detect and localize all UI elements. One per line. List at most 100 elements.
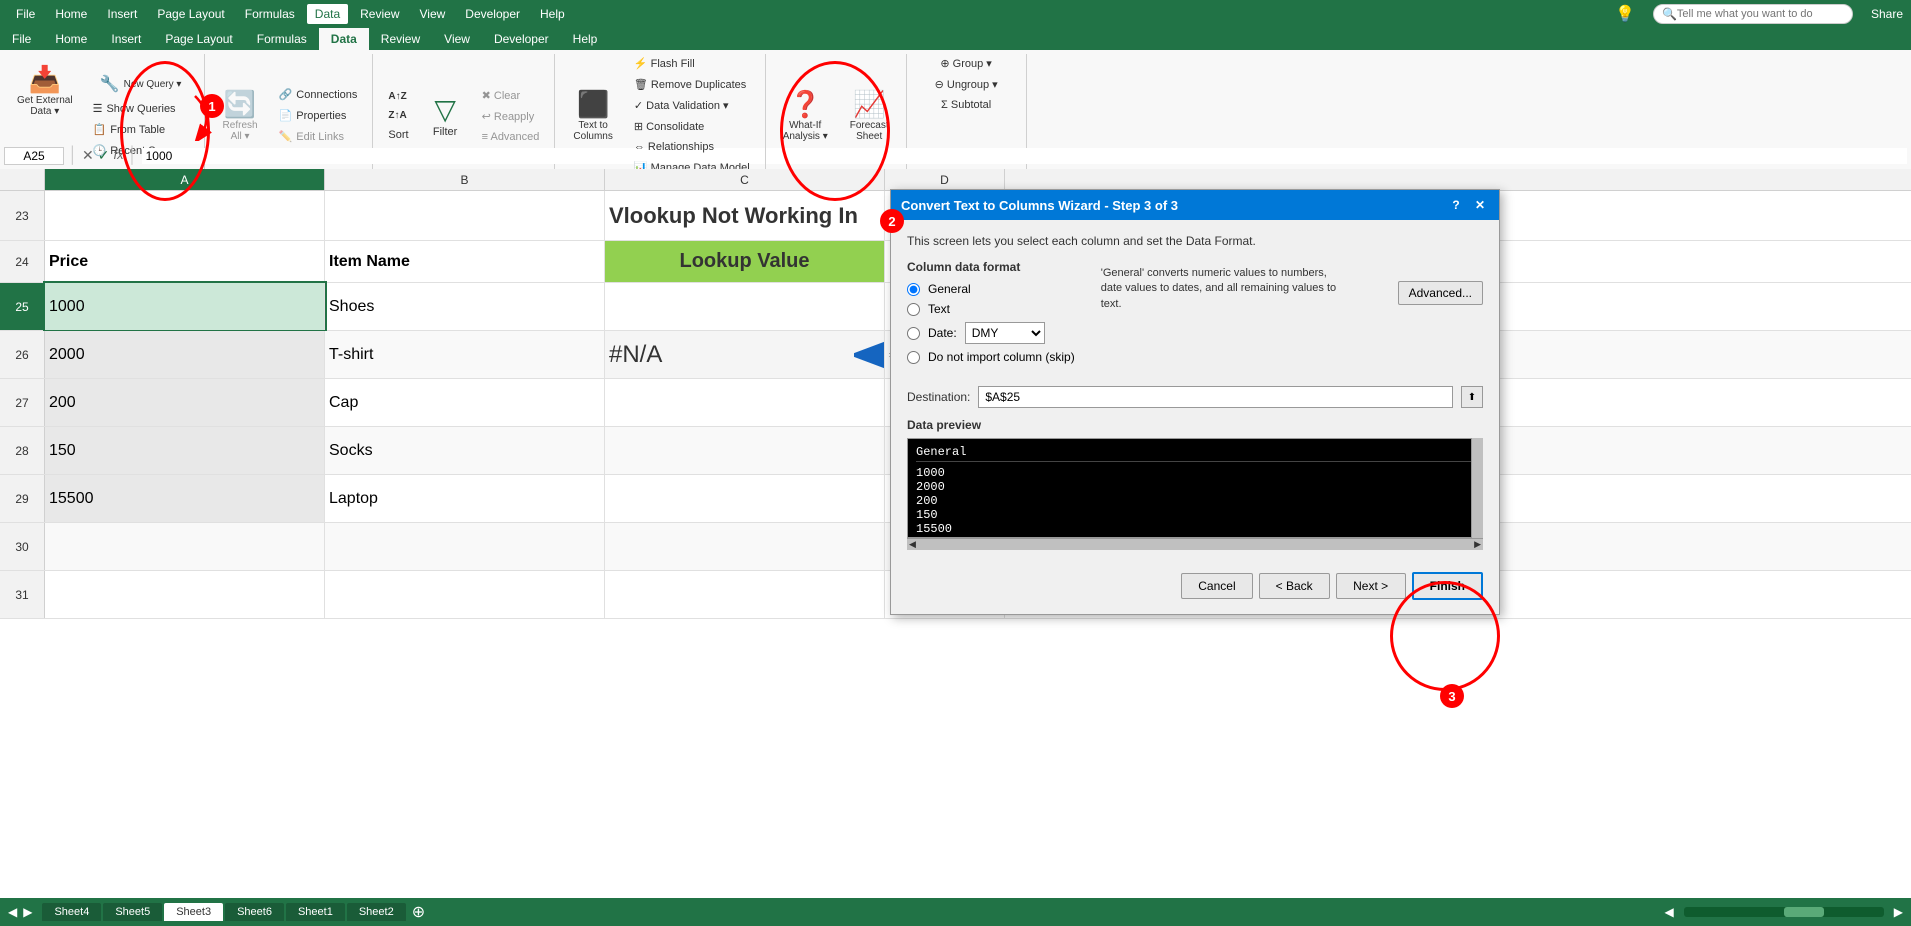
- advanced-button[interactable]: Advanced...: [1398, 281, 1483, 305]
- formula-input[interactable]: 1000: [142, 148, 1907, 164]
- cell-b28[interactable]: Socks: [325, 427, 605, 474]
- relationships-button[interactable]: ⇔ Relationships: [627, 138, 757, 156]
- edit-links-button[interactable]: ✏️ Edit Links: [272, 127, 365, 146]
- cell-a23[interactable]: [45, 191, 325, 240]
- sheet-tab-sheet6[interactable]: Sheet6: [225, 903, 284, 921]
- sheet-tab-sheet4[interactable]: Sheet4: [42, 903, 101, 921]
- sort-za-button[interactable]: Z↑A: [381, 107, 415, 124]
- scroll-left-icon[interactable]: ◀: [909, 539, 916, 550]
- sheet-tab-sheet3[interactable]: Sheet3: [164, 903, 223, 921]
- cell-b31[interactable]: [325, 571, 605, 618]
- row-header-28[interactable]: 28: [0, 427, 45, 474]
- row-header-30[interactable]: 30: [0, 523, 45, 570]
- row-header-31[interactable]: 31: [0, 571, 45, 618]
- cell-a31[interactable]: [45, 571, 325, 618]
- show-queries-button[interactable]: ☰ Show Queries: [86, 99, 196, 118]
- menu-help[interactable]: Help: [532, 4, 573, 24]
- reapply-button[interactable]: ↩ Reapply: [475, 107, 547, 126]
- insert-function-icon[interactable]: fx: [113, 147, 123, 164]
- cell-c31[interactable]: [605, 571, 885, 618]
- cell-reference-input[interactable]: A25: [4, 147, 64, 165]
- cell-a27[interactable]: 200: [45, 379, 325, 426]
- cell-b25[interactable]: Shoes: [325, 283, 605, 330]
- radio-text-input[interactable]: [907, 303, 920, 316]
- subtotal-button[interactable]: Σ Subtotal: [934, 96, 998, 114]
- group-button[interactable]: ⊕ Group ▾: [933, 54, 998, 73]
- radio-skip-input[interactable]: [907, 351, 920, 364]
- horizontal-scrollbar[interactable]: [1684, 907, 1884, 917]
- cell-c28[interactable]: [605, 427, 885, 474]
- col-header-c[interactable]: C: [605, 169, 885, 190]
- dialog-close-button[interactable]: ✕: [1471, 196, 1489, 214]
- radio-skip[interactable]: Do not import column (skip): [907, 350, 1075, 364]
- row-header-27[interactable]: 27: [0, 379, 45, 426]
- flash-fill-button[interactable]: ⚡ Flash Fill: [627, 54, 757, 73]
- col-header-a[interactable]: A: [45, 169, 325, 190]
- cell-c27[interactable]: [605, 379, 885, 426]
- tab-developer[interactable]: Developer: [482, 28, 561, 50]
- sort-button[interactable]: Sort: [381, 126, 415, 144]
- row-header-29[interactable]: 29: [0, 475, 45, 522]
- cell-c26[interactable]: #N/A: [605, 331, 885, 378]
- tab-insert[interactable]: Insert: [99, 28, 153, 50]
- cell-c30[interactable]: [605, 523, 885, 570]
- radio-text[interactable]: Text: [907, 302, 1075, 316]
- col-header-d[interactable]: D: [885, 169, 1005, 190]
- cell-b27[interactable]: Cap: [325, 379, 605, 426]
- add-sheet-button[interactable]: ⊕: [412, 902, 425, 922]
- menu-insert[interactable]: Insert: [99, 4, 145, 24]
- tab-help[interactable]: Help: [561, 28, 610, 50]
- sheet-tab-sheet1[interactable]: Sheet1: [286, 903, 345, 921]
- advanced-button[interactable]: ≡ Advanced: [475, 128, 547, 146]
- tab-data[interactable]: Data: [319, 28, 369, 50]
- consolidate-button[interactable]: ⊞ Consolidate: [627, 117, 757, 136]
- cell-c29[interactable]: [605, 475, 885, 522]
- menu-data[interactable]: Data: [307, 4, 348, 24]
- destination-input[interactable]: [978, 386, 1453, 408]
- data-validation-button[interactable]: ✓ Data Validation ▾: [627, 96, 757, 115]
- refresh-all-button[interactable]: 🔄 RefreshAll ▾: [213, 80, 268, 152]
- cell-b30[interactable]: [325, 523, 605, 570]
- cancel-button[interactable]: Cancel: [1181, 573, 1252, 599]
- tell-me-bar[interactable]: 🔍: [1653, 4, 1853, 24]
- cell-a25[interactable]: 1000: [45, 283, 325, 330]
- share-label[interactable]: Share: [1871, 7, 1903, 21]
- scroll-tabs-left-icon[interactable]: ◀: [8, 905, 17, 919]
- cell-c24[interactable]: Lookup Value: [605, 241, 885, 282]
- scroll-left-sheet-icon[interactable]: ◀: [1665, 905, 1674, 919]
- cancel-formula-icon[interactable]: ✕: [82, 147, 94, 164]
- tab-home[interactable]: Home: [43, 28, 99, 50]
- tab-review[interactable]: Review: [369, 28, 432, 50]
- ungroup-button[interactable]: ⊖ Ungroup ▾: [928, 75, 1005, 94]
- menu-file[interactable]: File: [8, 4, 43, 24]
- tell-me-input[interactable]: [1677, 8, 1827, 20]
- dialog-help-button[interactable]: ?: [1447, 196, 1465, 214]
- menu-review[interactable]: Review: [352, 4, 407, 24]
- filter-button[interactable]: ▽ Filter: [418, 80, 473, 152]
- from-table-button[interactable]: 📋 From Table: [86, 120, 196, 139]
- tab-formulas[interactable]: Formulas: [245, 28, 319, 50]
- scroll-right-icon[interactable]: ▶: [1474, 539, 1481, 550]
- tab-page-layout[interactable]: Page Layout: [153, 28, 244, 50]
- back-button[interactable]: < Back: [1259, 573, 1330, 599]
- clear-button[interactable]: ✖ Clear: [475, 86, 547, 105]
- destination-collapse-button[interactable]: ⬆: [1461, 386, 1483, 408]
- forecast-sheet-button[interactable]: 📈 ForecastSheet: [841, 80, 898, 152]
- tab-file[interactable]: File: [0, 28, 43, 50]
- menu-formulas[interactable]: Formulas: [237, 4, 303, 24]
- finish-button[interactable]: Finish: [1412, 572, 1483, 600]
- tab-view[interactable]: View: [432, 28, 482, 50]
- cell-c25[interactable]: [605, 283, 885, 330]
- cell-b23[interactable]: [325, 191, 605, 240]
- cell-c23[interactable]: Vlookup Not Working In: [605, 191, 885, 240]
- cell-a30[interactable]: [45, 523, 325, 570]
- row-header-24[interactable]: 24: [0, 241, 45, 282]
- new-query-button[interactable]: 🔧 New Query ▾: [86, 71, 196, 97]
- next-button[interactable]: Next >: [1336, 573, 1406, 599]
- remove-duplicates-button[interactable]: 🗑 Remove Duplicates: [627, 75, 757, 94]
- scroll-right-sheet-icon[interactable]: ▶: [1894, 905, 1903, 919]
- get-external-data-button[interactable]: 📥 Get ExternalData ▾: [8, 54, 82, 126]
- cell-a24[interactable]: Price: [45, 241, 325, 282]
- radio-general-input[interactable]: [907, 283, 920, 296]
- menu-view[interactable]: View: [412, 4, 454, 24]
